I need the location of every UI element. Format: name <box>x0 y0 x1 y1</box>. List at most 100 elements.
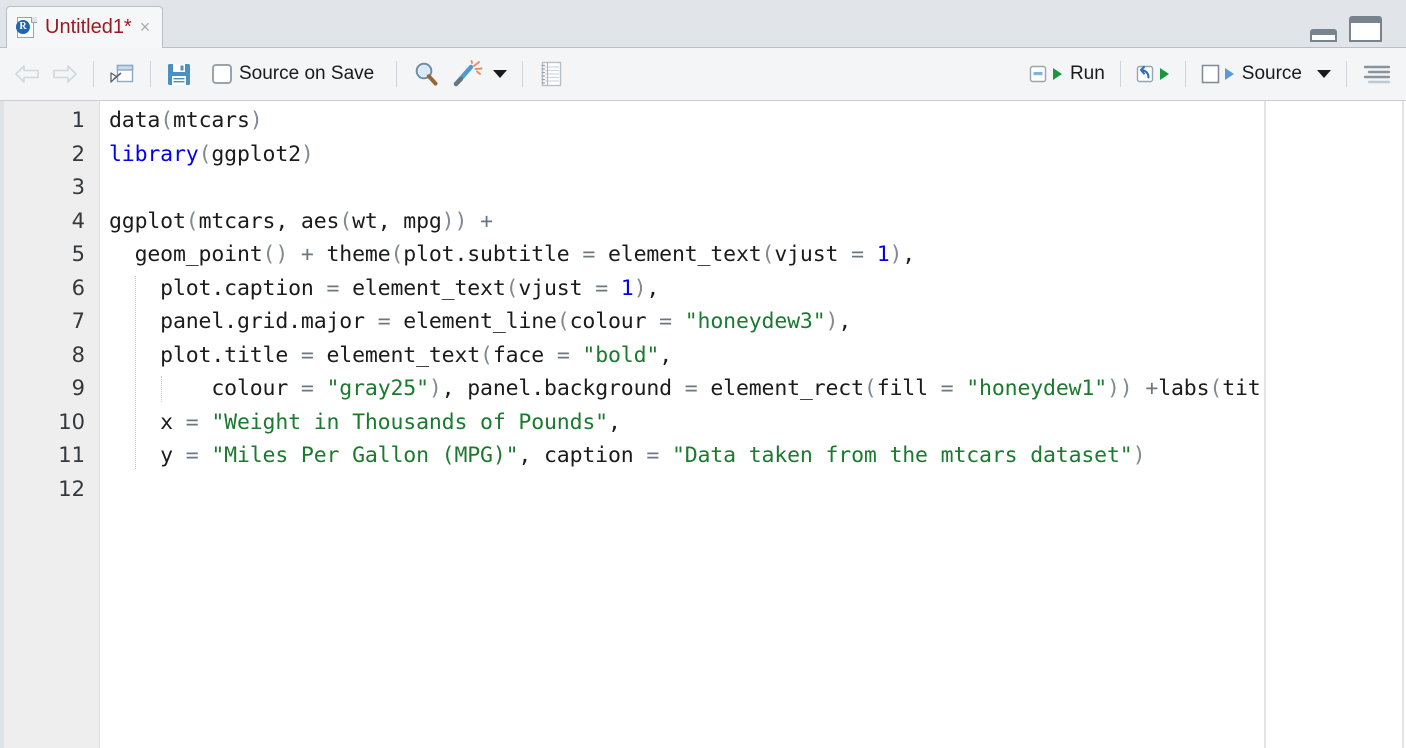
back-arrow-icon <box>14 64 40 84</box>
line-number: 9 <box>71 376 85 400</box>
code-line: data(mtcars) <box>109 104 263 138</box>
search-icon <box>412 60 440 88</box>
line-number: 4 <box>71 208 85 233</box>
code-token: "Miles Per Gallon (MPG)" <box>211 443 519 468</box>
document-outline-button[interactable] <box>1356 59 1406 89</box>
code-text-area[interactable]: data(mtcars) library(ggplot2) ggplot(mtcar… <box>101 101 1406 748</box>
code-token: = <box>300 376 314 401</box>
code-token: ( <box>556 309 570 334</box>
back-button[interactable] <box>0 61 46 87</box>
r-badge-letter: R <box>16 19 30 34</box>
toolbar-separator <box>150 61 151 87</box>
code-tools-button[interactable] <box>446 57 513 91</box>
code-token: x <box>109 409 186 435</box>
code-token: , panel.background <box>441 376 685 401</box>
notebook-icon <box>538 60 564 88</box>
code-token: ggplot2 <box>211 141 301 167</box>
code-token: vjust <box>518 275 596 301</box>
code-token: element_text <box>313 342 481 368</box>
code-line: geom_point() + theme(plot.subtitle = ele… <box>109 238 916 272</box>
code-token: = <box>595 275 608 301</box>
forward-arrow-icon <box>52 64 78 84</box>
code-token: colour <box>569 309 660 334</box>
code-token: element_rect <box>697 376 864 401</box>
code-token: ( <box>480 342 493 368</box>
line-number: 5 <box>71 242 85 266</box>
code-token: face <box>492 342 557 368</box>
save-button[interactable] <box>160 58 198 90</box>
source-on-save-toggle[interactable]: Source on Save <box>206 60 380 88</box>
editor-tab-untitled1[interactable]: R Untitled1* × <box>6 6 164 48</box>
code-token: ( <box>160 108 173 133</box>
compile-report-button[interactable] <box>532 57 570 91</box>
tab-title: Untitled1* <box>45 16 132 38</box>
code-token: = <box>582 242 596 267</box>
code-token: = <box>646 443 660 468</box>
run-button[interactable]: Run <box>1023 59 1111 89</box>
code-token: plot.title <box>109 342 301 368</box>
r-script-icon: R <box>16 16 37 39</box>
maximize-icon[interactable] <box>1349 16 1382 42</box>
find-replace-button[interactable] <box>406 57 446 91</box>
code-token: fill <box>876 376 941 401</box>
source-on-save-checkbox[interactable] <box>212 64 232 84</box>
code-token: ggplot <box>109 208 186 234</box>
code-token: ) <box>300 141 314 167</box>
show-in-new-window-icon <box>109 62 135 86</box>
code-token: ( <box>185 208 199 234</box>
minimize-icon[interactable] <box>1310 29 1337 42</box>
code-token: tit <box>1222 376 1261 401</box>
code-line: ggplot(mtcars, aes(wt, mpg)) + <box>109 205 493 239</box>
code-token: ( <box>863 376 877 401</box>
code-token: , <box>607 409 621 435</box>
line-number: 11 <box>58 443 85 467</box>
code-token: ( <box>1209 376 1223 401</box>
chevron-down-icon[interactable] <box>493 70 508 78</box>
code-line: plot.caption = element_text(vjust = 1), <box>109 272 659 306</box>
code-token: ) <box>428 376 442 401</box>
code-line: panel.grid.major = element_line(colour =… <box>109 305 851 339</box>
code-token: element_text <box>595 242 762 267</box>
code-token: = <box>185 443 199 468</box>
code-token: "gray25" <box>326 376 430 401</box>
source-button[interactable]: Source <box>1195 59 1337 89</box>
code-line: plot.title = element_text(face = "bold", <box>109 339 672 373</box>
code-token: 1 <box>620 275 634 301</box>
popout-button[interactable] <box>103 59 141 89</box>
code-token: )) <box>1107 376 1133 401</box>
tab-bar: R Untitled1* × <box>0 0 1406 48</box>
code-token: ) <box>825 309 839 334</box>
code-token: ( <box>198 141 212 167</box>
code-token: ) <box>889 242 903 267</box>
code-token: colour <box>109 376 301 401</box>
code-token: y <box>109 443 186 468</box>
code-token: ( <box>505 275 519 301</box>
code-token: 1 <box>876 242 890 267</box>
code-token: mtcars <box>172 108 250 133</box>
code-token: + <box>1145 376 1159 401</box>
chevron-down-icon[interactable] <box>1317 70 1331 78</box>
line-number: 1 <box>71 108 85 132</box>
code-token: = <box>556 342 570 368</box>
code-token: = <box>684 376 698 401</box>
code-token: )) <box>441 208 468 234</box>
rerun-button[interactable] <box>1130 59 1176 89</box>
code-token: , <box>646 275 660 301</box>
code-line: library(ggplot2) <box>109 138 314 172</box>
code-token: element_line <box>390 309 557 334</box>
forward-button[interactable] <box>46 61 84 87</box>
line-number: 7 <box>71 309 85 333</box>
code-token: = <box>300 342 314 368</box>
code-token: "Weight in Thousands of Pounds" <box>211 409 608 435</box>
close-icon[interactable]: × <box>140 18 151 38</box>
code-editor[interactable]: 1 2 3 4 5 6 7 8 9 10 11 12 data(mtcars) library(ggpl… <box>0 101 1406 748</box>
line-number: 8 <box>71 342 85 367</box>
line-number: 12 <box>58 476 85 501</box>
code-token: labs <box>1158 376 1210 401</box>
source-label: Source <box>1241 63 1302 84</box>
